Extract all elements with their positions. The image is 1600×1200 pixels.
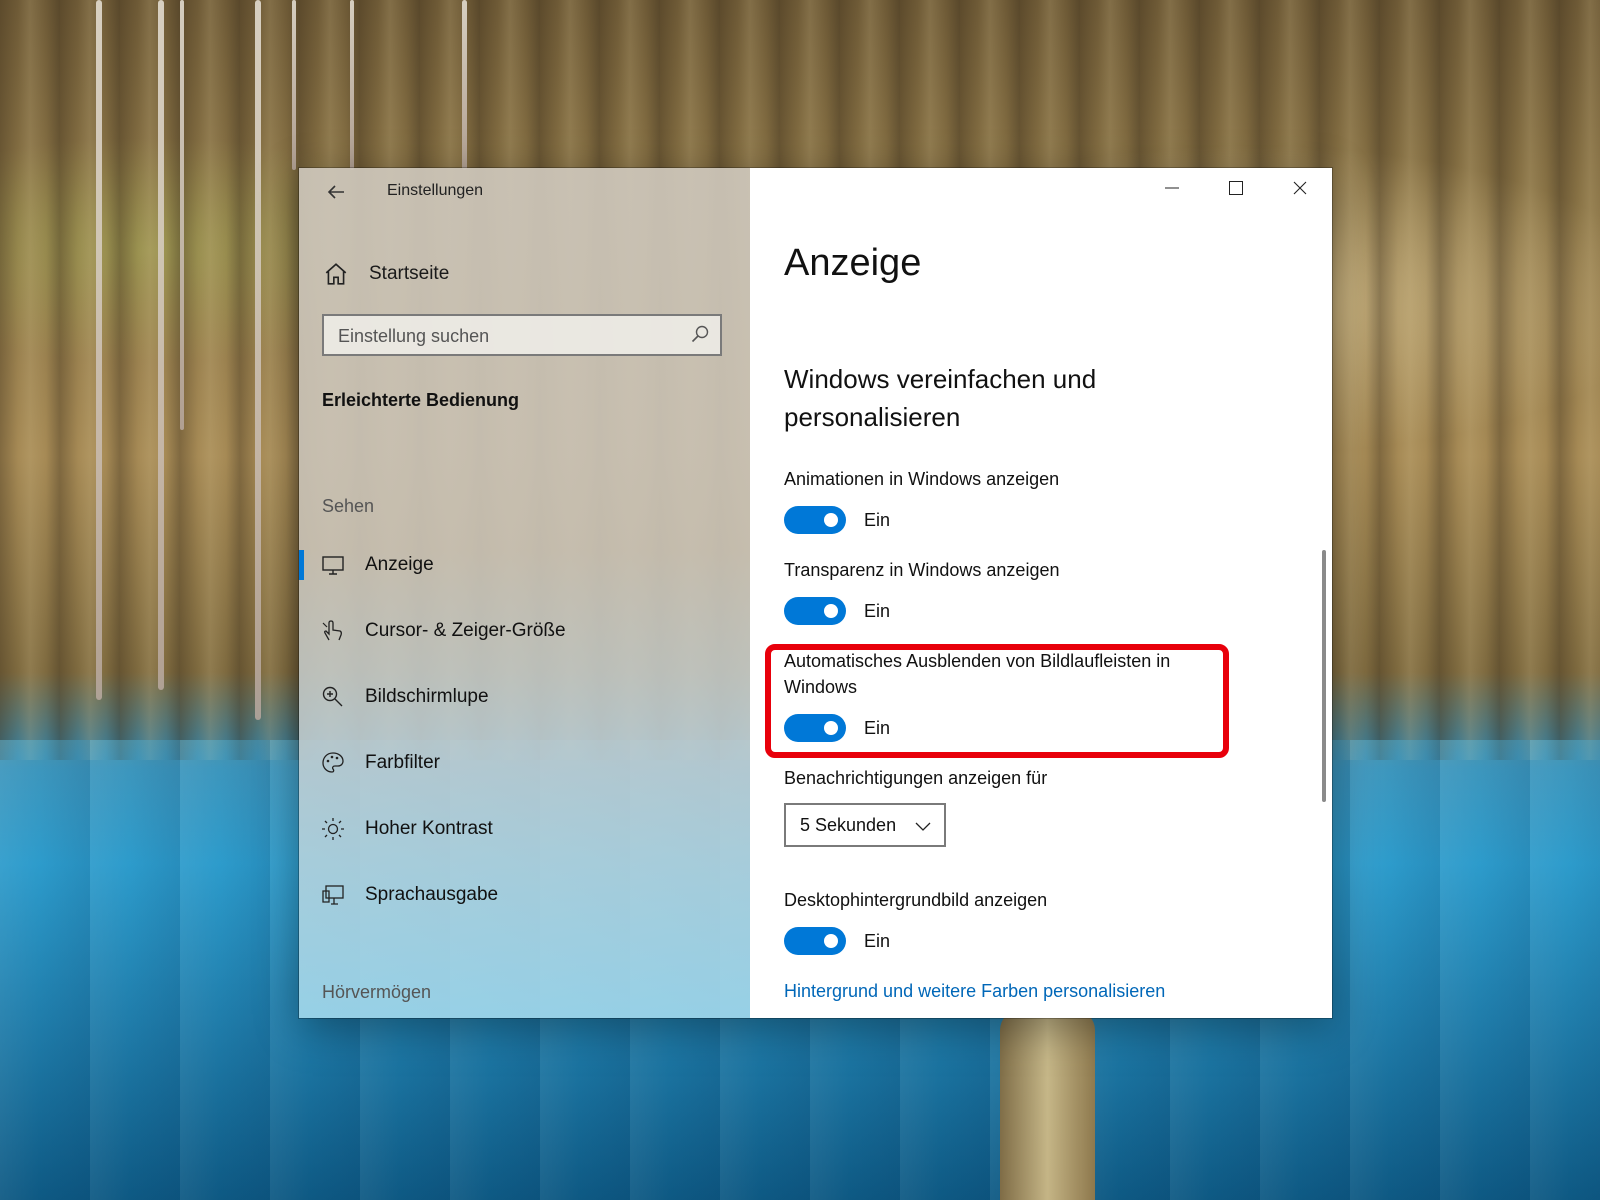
window-title: Einstellungen (387, 182, 484, 199)
brightness-icon (322, 818, 344, 840)
home-label: Startseite (369, 263, 450, 284)
group-title-hoervermoegen: Hörvermögen (322, 982, 432, 1002)
toggle-state-label: Ein (864, 717, 891, 738)
setting-label-animations: Animationen in Windows anzeigen (784, 469, 1060, 489)
home-link[interactable]: Startseite (323, 254, 449, 294)
maximize-icon (1229, 181, 1243, 195)
toggle-scrollbars[interactable]: Ein (784, 714, 890, 742)
toggle-switch[interactable] (784, 506, 846, 534)
personalize-background-link[interactable]: Hintergrund und weitere Farben personali… (784, 981, 1165, 1002)
back-arrow-icon (327, 185, 344, 199)
settings-window: Einstellungen Startseite Erleichterte Be… (299, 168, 1332, 1018)
nav-item-label: Cursor- & Zeiger-Größe (365, 620, 566, 641)
page-title: Anzeige (784, 242, 922, 284)
minimize-icon (1165, 187, 1179, 189)
nav-item-label: Bildschirmlupe (365, 686, 489, 707)
palette-icon (322, 752, 344, 773)
active-indicator (299, 550, 304, 580)
toggle-transparency[interactable]: Ein (784, 597, 890, 625)
chevron-down-icon (915, 822, 931, 831)
toggle-wallpaper[interactable]: Ein (784, 927, 890, 955)
cursor-icon (322, 620, 342, 641)
search-input[interactable] (324, 316, 680, 356)
nav-item-label: Farbfilter (365, 752, 440, 773)
scrollbar-thumb[interactable] (1322, 550, 1326, 802)
select-value: 5 Sekunden (800, 814, 897, 835)
wallpaper-vine (96, 0, 102, 700)
nav-item-label: Hoher Kontrast (365, 818, 493, 839)
maximize-button[interactable] (1204, 168, 1268, 208)
nav-item-cursor[interactable]: Cursor- & Zeiger-Größe (299, 606, 750, 656)
monitor-icon (322, 556, 344, 575)
main-panel: Anzeige Windows vereinfachen und persona… (750, 168, 1332, 1018)
home-icon (325, 263, 347, 285)
setting-label-transparency: Transparenz in Windows anzeigen (784, 560, 1060, 580)
category-title: Erleichterte Bedienung (322, 390, 520, 410)
toggle-switch[interactable] (784, 714, 846, 742)
nav-item-label: Sprachausgabe (365, 884, 499, 905)
sidebar: Einstellungen Startseite Erleichterte Be… (299, 168, 750, 1018)
toggle-switch[interactable] (784, 927, 846, 955)
nav-item-sprachausgabe[interactable]: Sprachausgabe (299, 870, 750, 920)
section-title: Windows vereinfachen und personalisieren (784, 364, 1097, 432)
minimize-button[interactable] (1140, 168, 1204, 208)
close-icon (1293, 181, 1307, 195)
search-box[interactable] (322, 314, 722, 356)
toggle-state-label: Ein (864, 600, 891, 621)
setting-label-wallpaper: Desktophintergrundbild anzeigen (784, 890, 1048, 910)
wallpaper-vine (255, 0, 261, 720)
toggle-switch[interactable] (784, 597, 846, 625)
wallpaper-vine (180, 0, 184, 430)
wallpaper-pillar (1000, 1010, 1095, 1200)
search-icon[interactable] (690, 324, 710, 344)
window-controls (1140, 168, 1332, 208)
back-button[interactable] (319, 178, 353, 212)
narrator-icon (322, 885, 344, 905)
group-title-sehen: Sehen (322, 496, 375, 516)
magnifier-icon (322, 686, 343, 707)
wallpaper-vine (292, 0, 296, 170)
nav-item-anzeige[interactable]: Anzeige (299, 540, 750, 590)
nav-item-label: Anzeige (365, 554, 434, 575)
wallpaper-vine (462, 0, 467, 170)
close-button[interactable] (1268, 168, 1332, 208)
toggle-state-label: Ein (864, 509, 891, 530)
nav-item-farbfilter[interactable]: Farbfilter (299, 738, 750, 788)
notifications-duration-select[interactable]: 5 Sekunden (784, 803, 946, 847)
wallpaper-vine (158, 0, 164, 690)
nav-item-hoher-kontrast[interactable]: Hoher Kontrast (299, 804, 750, 854)
toggle-animations[interactable]: Ein (784, 506, 890, 534)
nav-item-bildschirmlupe[interactable]: Bildschirmlupe (299, 672, 750, 722)
setting-label-notifications: Benachrichtigungen anzeigen für (784, 768, 1048, 788)
toggle-state-label: Ein (864, 930, 891, 951)
wallpaper-vine (350, 0, 354, 170)
setting-label-scrollbars: Automatisches Ausblenden von Bildlauflei… (784, 651, 1171, 697)
